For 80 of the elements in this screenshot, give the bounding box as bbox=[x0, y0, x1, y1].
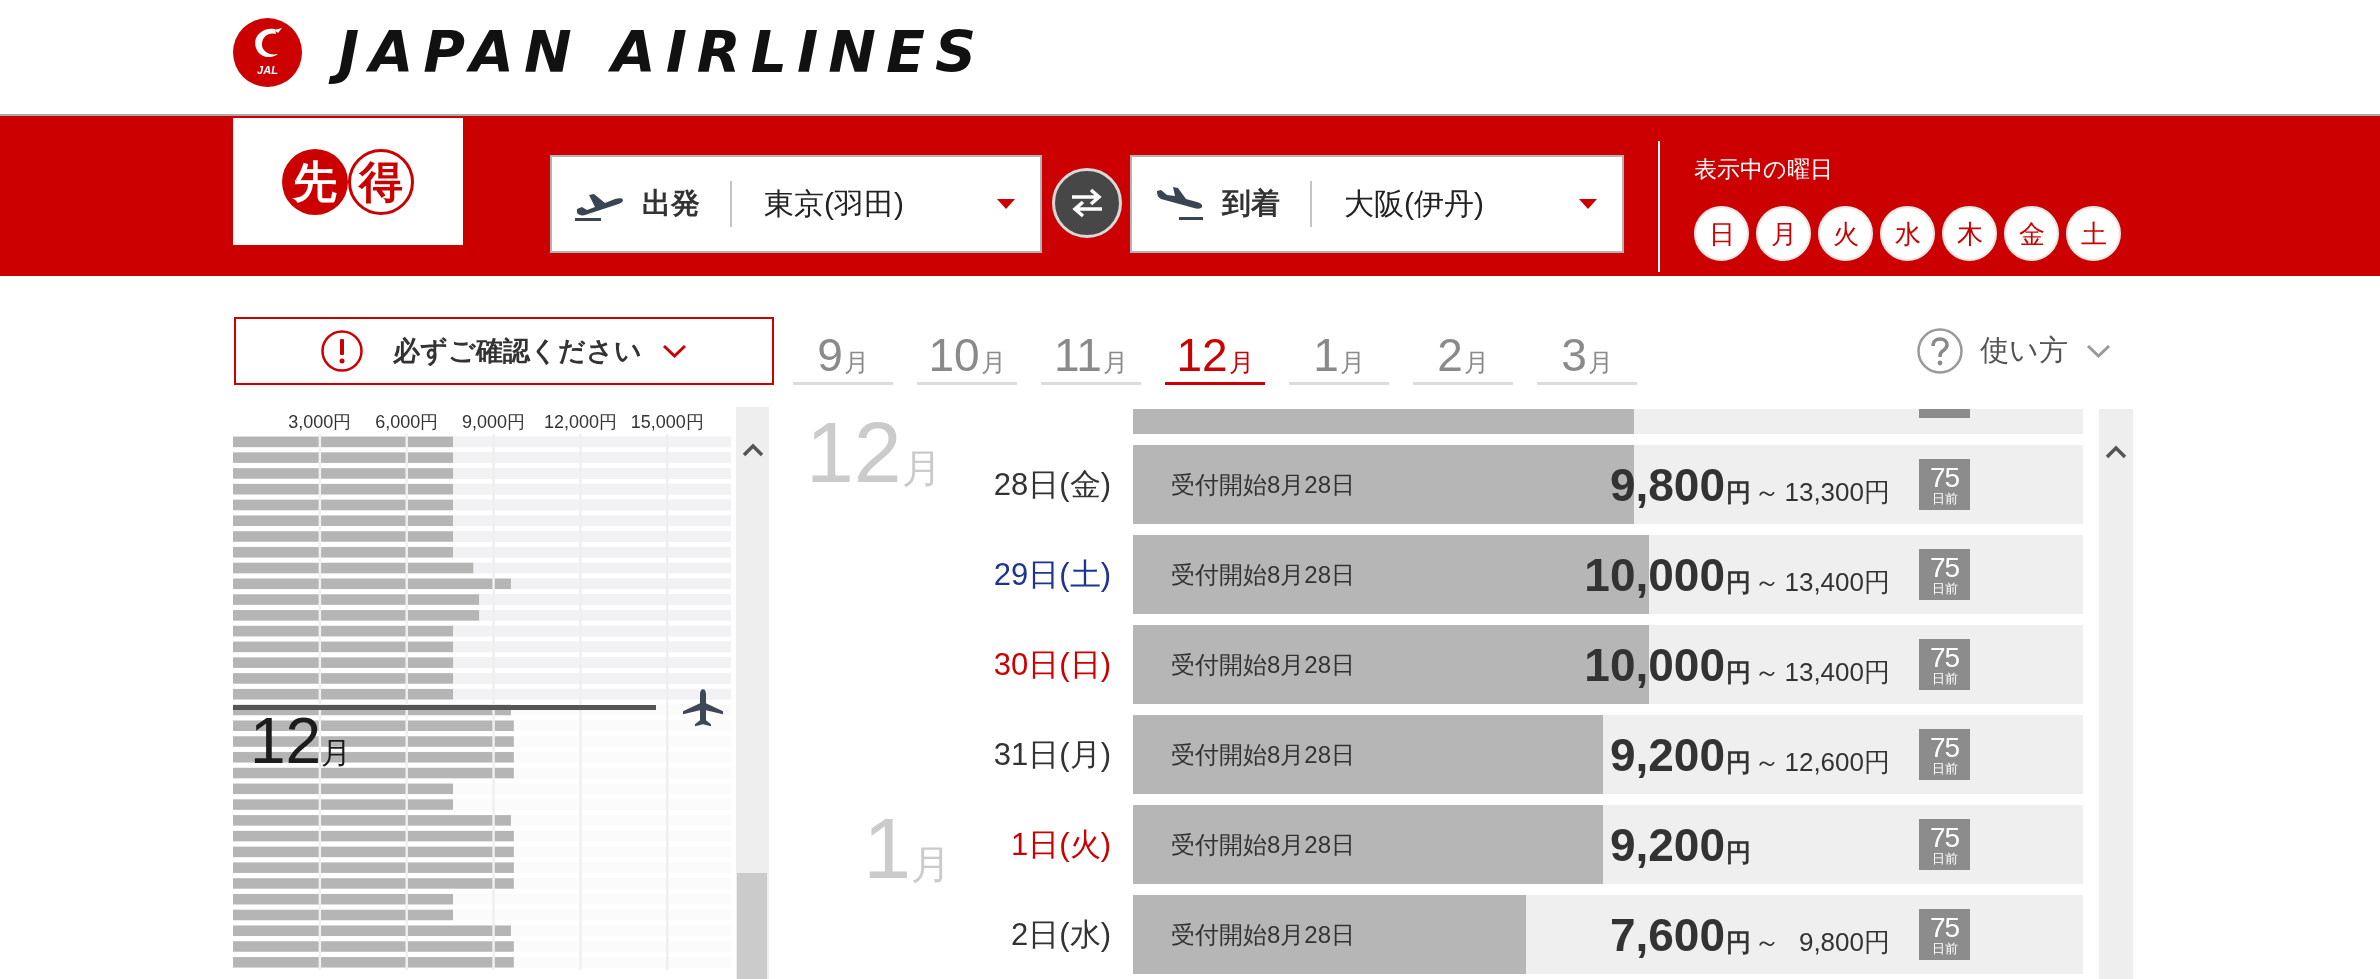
badge-fragment bbox=[1919, 409, 1970, 418]
fare-bar[interactable]: 受付開始8月28日 9,800円～ 13,300円 75 日前 bbox=[1133, 445, 2083, 524]
lowest-fare: 9,200円 bbox=[1609, 821, 1751, 868]
weekday-toggle[interactable]: 金 bbox=[2004, 206, 2059, 261]
fare-range: ～ 13,400円 bbox=[1754, 658, 1890, 685]
booking-start-note: 受付開始8月28日 bbox=[1171, 829, 1357, 860]
chevron-up-icon[interactable] bbox=[2105, 445, 2127, 459]
axis-label: 9,000円 bbox=[462, 412, 526, 432]
weekday-toggle[interactable]: 水 bbox=[1880, 206, 1935, 261]
booking-start-note: 受付開始8月28日 bbox=[1171, 559, 1357, 590]
month-tab[interactable]: 1月 bbox=[1289, 323, 1389, 385]
days-before-badge: 75 日前 bbox=[1919, 549, 1970, 600]
month-tab[interactable]: 9月 bbox=[793, 323, 893, 385]
fare-range: ～ 9,800円 bbox=[1754, 928, 1890, 955]
weekday-toggle[interactable]: 土 bbox=[2066, 206, 2121, 261]
fare-bar[interactable]: 受付開始8月28日 9,200円～ 12,600円 75 日前 bbox=[1133, 715, 2083, 794]
date-label: 2日(水) bbox=[1010, 915, 1111, 954]
weekday-filter-title: 表示中の曜日 bbox=[1694, 156, 1833, 182]
month-tab[interactable]: 12月 bbox=[1165, 323, 1265, 385]
date-label: 30日(日) bbox=[992, 645, 1111, 684]
caret-icon bbox=[997, 199, 1015, 209]
emblem-text: JAL bbox=[256, 64, 279, 76]
month-tab[interactable]: 2月 bbox=[1413, 323, 1513, 385]
lowest-fare: 9,200円 bbox=[1609, 731, 1751, 778]
logo-emblem[interactable]: JAL bbox=[233, 17, 302, 87]
fare-logo-seal: 得 bbox=[348, 148, 414, 215]
swap-arrows-icon bbox=[1069, 187, 1105, 219]
departure-airport: 東京(羽田) bbox=[764, 185, 904, 222]
chevron-down-icon bbox=[662, 344, 687, 358]
days-before-badge: 75 日前 bbox=[1919, 819, 1970, 870]
departure-select[interactable]: 出発 東京(羽田) bbox=[550, 155, 1042, 253]
axis-label: 3,000円 bbox=[288, 412, 352, 432]
days-before-badge: 75 日前 bbox=[1919, 639, 1970, 690]
days-before-badge: 75 日前 bbox=[1919, 459, 1970, 510]
lowest-fare: 10,000円 bbox=[1584, 551, 1751, 598]
axis-label: 15,000円 bbox=[630, 412, 704, 432]
month-tab[interactable]: 3月 bbox=[1537, 323, 1637, 385]
lowest-fare: 7,600円 bbox=[1609, 911, 1751, 958]
fare-range: ～ 12,600円 bbox=[1754, 748, 1890, 775]
month-tab[interactable]: 11月 bbox=[1041, 323, 1141, 385]
fare-range: ～ 13,300円 bbox=[1754, 478, 1890, 505]
caret-icon bbox=[1579, 199, 1597, 209]
date-label: 1日(火) bbox=[1010, 825, 1111, 864]
chevron-down-icon bbox=[2086, 344, 2111, 358]
fare-bar[interactable]: 受付開始8月28日 7,600円～ 9,800円 75 日前 bbox=[1133, 895, 2083, 974]
date-label: 29日(土) bbox=[992, 555, 1111, 594]
booking-start-note: 受付開始8月28日 bbox=[1171, 649, 1357, 680]
notice-button[interactable]: 必ずご確認ください bbox=[234, 317, 774, 385]
fare-logo-seal: 先 bbox=[282, 148, 348, 215]
fare-bar[interactable]: 受付開始8月28日 9,200円 75 日前 bbox=[1133, 805, 2083, 884]
arrival-airport: 大阪(伊丹) bbox=[1344, 185, 1484, 222]
date-label: 28日(金) bbox=[992, 465, 1111, 504]
airplane-icon bbox=[683, 689, 723, 727]
month-tab[interactable]: 10月 bbox=[917, 323, 1017, 385]
days-before-badge: 75 日前 bbox=[1919, 909, 1970, 960]
lowest-fare: 10,000円 bbox=[1584, 641, 1751, 688]
chevron-up-icon[interactable] bbox=[741, 443, 764, 457]
booking-start-note: 受付開始8月28日 bbox=[1171, 739, 1357, 770]
weekday-toggle[interactable]: 月 bbox=[1756, 206, 1811, 261]
weekday-toggle[interactable]: 火 bbox=[1818, 206, 1873, 261]
help-icon bbox=[1917, 328, 1963, 374]
arrival-label: 到着 bbox=[1222, 186, 1280, 221]
departure-label: 出発 bbox=[642, 186, 700, 221]
weekday-toggle[interactable]: 日 bbox=[1694, 206, 1749, 261]
axis-label: 6,000円 bbox=[375, 412, 439, 432]
fare-range: ～ 13,400円 bbox=[1754, 568, 1890, 595]
axis-label: 12,000円 bbox=[543, 412, 617, 432]
month-marker-label: 12月 bbox=[250, 705, 352, 778]
weekday-toggle[interactable]: 木 bbox=[1942, 206, 1997, 261]
warning-icon bbox=[321, 330, 363, 372]
booking-start-note: 受付開始8月28日 bbox=[1171, 919, 1357, 950]
booking-start-note: 受付開始8月28日 bbox=[1171, 469, 1357, 500]
lowest-fare: 9,800円 bbox=[1609, 461, 1751, 508]
fare-bar[interactable]: 受付開始8月28日 10,000円～ 13,400円 75 日前 bbox=[1133, 535, 2083, 614]
fare-bar[interactable]: 受付開始8月28日 10,000円～ 13,400円 75 日前 bbox=[1133, 625, 2083, 704]
help-button[interactable]: 使い方 bbox=[1917, 317, 2111, 385]
scrollbar-thumb[interactable] bbox=[737, 873, 767, 979]
days-before-badge: 75 日前 bbox=[1919, 729, 1970, 780]
date-label: 31日(月) bbox=[992, 735, 1111, 774]
arrival-select[interactable]: 到着 大阪(伊丹) bbox=[1130, 155, 1624, 253]
